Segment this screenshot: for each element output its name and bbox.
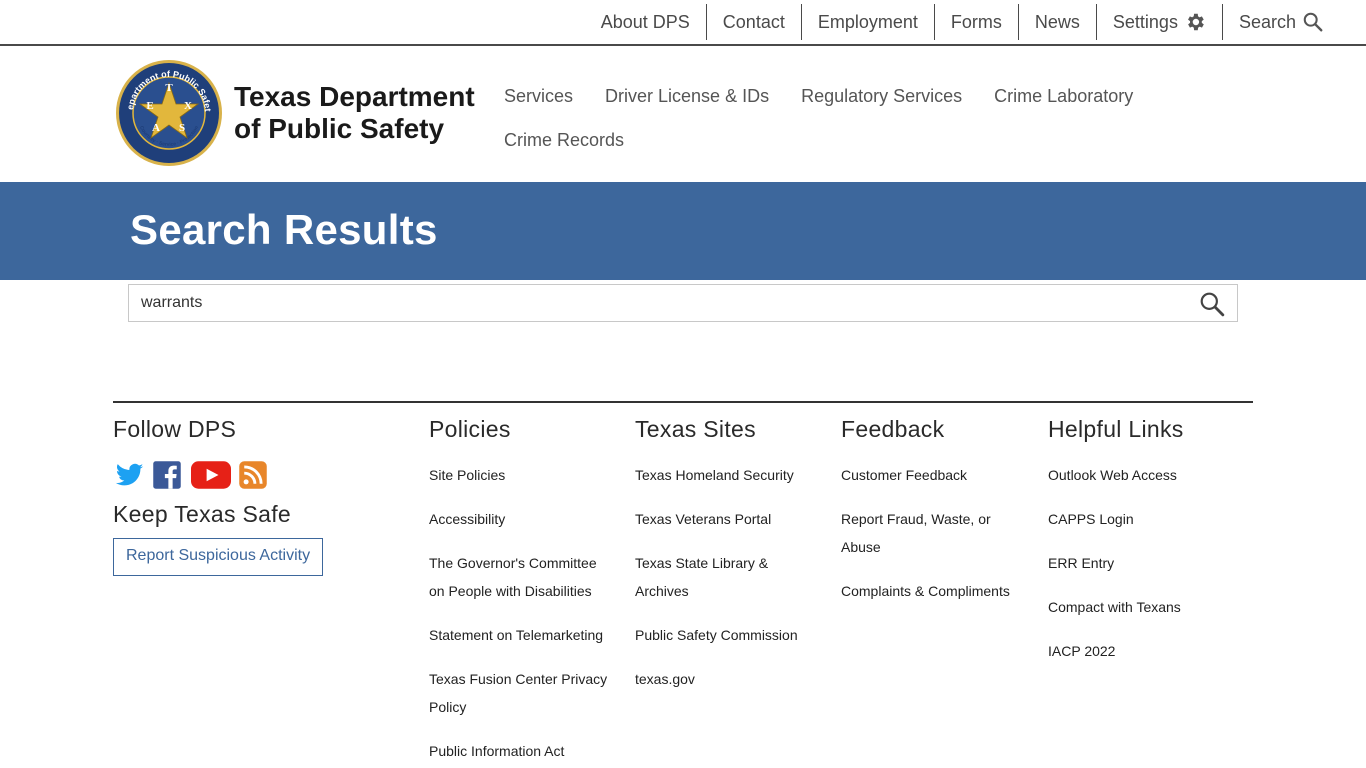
utility-link-label: Forms [950,11,1002,32]
nav-services[interactable]: Services [488,76,589,120]
utility-nav: About DPS Contact Employment Forms News … [585,4,1340,40]
footer-link[interactable]: ERR Entry [1048,549,1253,577]
site-header: Department of Public Safety Courtesy · S… [0,46,1366,182]
utility-link-label: News [1034,11,1080,32]
settings-button[interactable]: Settings [1095,4,1222,40]
utility-link-forms[interactable]: Forms [933,4,1018,40]
youtube-icon[interactable] [191,460,231,490]
footer-link[interactable]: Statement on Telemarketing [429,621,609,649]
site-title[interactable]: Texas Department of Public Safety [234,81,494,145]
footer-link[interactable]: Report Fraud, Waste, or Abuse [841,505,1001,561]
footer-link[interactable]: Texas Veterans Portal [635,505,805,533]
report-suspicious-activity-button[interactable]: Report Suspicious Activity [113,538,324,576]
footer-link[interactable]: Texas Homeland Security [635,461,805,489]
footer-policies: Policies Site Policies Accessibility The… [429,416,609,768]
utility-link-label: About DPS [600,11,690,32]
site-title-line2: of Public Safety [234,113,445,144]
twitter-icon[interactable] [113,460,146,490]
utility-link-label: Contact [722,11,785,32]
footer-feedback-title: Feedback [841,416,945,442]
footer-texas-sites: Texas Sites Texas Homeland Security Texa… [635,416,805,709]
footer-follow-title: Follow DPS [113,416,237,442]
footer-follow: Follow DPS Keep Texas Safe Report Suspic… [113,416,324,576]
main-nav: Services Driver License & IDs Regulatory… [488,76,1168,164]
svg-text:T: T [165,82,173,94]
footer-texas-sites-title: Texas Sites [635,416,756,442]
utility-link-news[interactable]: News [1017,4,1096,40]
page-title: Search Results [130,206,438,253]
footer-link[interactable]: Customer Feedback [841,461,1016,489]
footer-link[interactable]: Texas State Library & Archives [635,549,775,605]
footer-link[interactable]: Complaints & Compliments [841,577,1016,605]
search-submit-button[interactable] [1199,291,1225,317]
footer-link[interactable]: Texas Fusion Center Privacy Policy [429,665,609,721]
rss-icon[interactable] [237,460,270,490]
footer-link[interactable]: Public Safety Commission [635,621,805,649]
nav-crime-laboratory[interactable]: Crime Laboratory [978,76,1149,120]
social-links [113,459,323,491]
nav-regulatory-services[interactable]: Regulatory Services [785,76,978,120]
footer-link[interactable]: Accessibility [429,505,609,533]
dps-seal-logo[interactable]: Department of Public Safety Courtesy · S… [115,59,223,167]
search-input[interactable] [141,285,1181,321]
keep-texas-safe-title: Keep Texas Safe [113,501,291,527]
footer-helpful-links: Helpful Links Outlook Web Access CAPPS L… [1048,416,1253,681]
footer-link[interactable]: Outlook Web Access [1048,461,1253,489]
search-toggle-button[interactable]: Search [1221,4,1340,40]
footer-link[interactable]: texas.gov [635,665,805,693]
page-banner: Search Results [0,182,1366,280]
footer-link[interactable]: CAPPS Login [1048,505,1253,533]
svg-text:A: A [152,122,160,134]
footer-policies-title: Policies [429,416,511,442]
search-form [128,284,1238,322]
site-title-line1: Texas Department [234,81,475,112]
utility-link-employment[interactable]: Employment [800,4,934,40]
footer-feedback: Feedback Customer Feedback Report Fraud,… [841,416,1016,621]
search-icon [1303,12,1323,32]
svg-text:X: X [184,100,192,112]
nav-driver-license[interactable]: Driver License & IDs [589,76,785,120]
utility-link-contact[interactable]: Contact [705,4,801,40]
footer-helpful-links-title: Helpful Links [1048,416,1184,442]
footer-link[interactable]: Public Information Act [429,737,609,765]
footer-link[interactable]: Compact with Texans [1048,593,1253,621]
footer-divider [113,401,1253,403]
footer-link[interactable]: IACP 2022 [1048,637,1253,665]
facebook-icon[interactable] [152,460,185,490]
footer-link[interactable]: The Governor's Committee on People with … [429,549,609,605]
svg-text:E: E [146,100,153,112]
settings-label: Settings [1112,11,1178,32]
utility-link-about[interactable]: About DPS [585,4,706,40]
utility-bar: About DPS Contact Employment Forms News … [0,0,1366,46]
svg-text:S: S [179,122,185,134]
utility-link-label: Employment [817,11,918,32]
footer-link[interactable]: Site Policies [429,461,609,489]
nav-crime-records[interactable]: Crime Records [488,120,640,164]
search-toggle-label: Search [1238,11,1296,32]
gear-icon [1187,13,1204,31]
